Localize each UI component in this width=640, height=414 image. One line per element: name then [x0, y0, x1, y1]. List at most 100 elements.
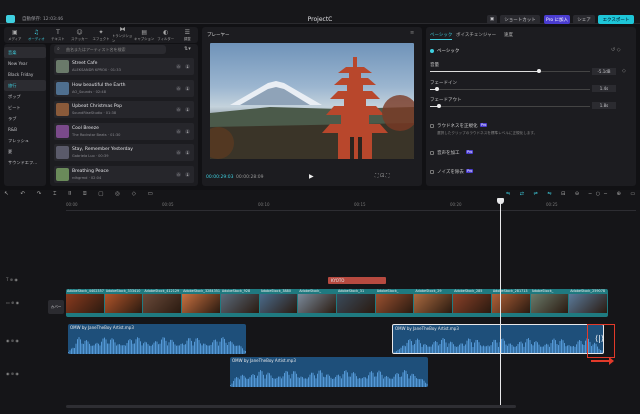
playhead[interactable]	[500, 198, 501, 408]
download-icon[interactable]: ↓	[185, 64, 190, 69]
fullscreen-icon[interactable]: ⛶ ⊡ ⛶	[375, 173, 389, 179]
pro-button[interactable]: Pro に加入	[544, 15, 570, 24]
video-clip[interactable]: AdobeStock_	[530, 289, 569, 317]
favorite-icon[interactable]: ☆	[176, 64, 181, 69]
tool-sticker[interactable]: ☺ ステッカー	[69, 27, 91, 43]
music-item[interactable]: How beautiful the Earth AO_Sounds · 02:4…	[54, 79, 194, 97]
download-icon[interactable]: ↓	[185, 171, 190, 177]
waveform-c	[230, 370, 428, 387]
volume-keyframe-icon[interactable]: ◇	[622, 68, 626, 74]
sort-button[interactable]: ⇅▾	[184, 46, 191, 52]
volume-slider-thumb[interactable]	[537, 69, 541, 73]
reset-icon[interactable]: ↺ ◇	[611, 47, 621, 53]
enhance-checkbox[interactable]	[430, 151, 434, 155]
clip-thumbnail	[182, 294, 220, 313]
video-clip[interactable]: AdobeStock_	[375, 289, 414, 317]
fadeout-slider-thumb[interactable]	[437, 104, 441, 108]
tool-adjust[interactable]: ☰ 調整	[177, 27, 199, 43]
music-item[interactable]: Cool Breeze The Rockstar Beats · 01:30 ☆…	[54, 122, 194, 140]
tool-effect[interactable]: ✦ エフェクト	[90, 27, 112, 43]
music-item[interactable]: Stay, Remember Yesterday Gabriela Luo · …	[54, 144, 194, 161]
clip-name: AdobeStock_3880	[260, 289, 298, 293]
tool-text[interactable]: T テキスト	[47, 27, 69, 43]
noise-checkbox[interactable]	[430, 170, 434, 174]
cover-button[interactable]: カバー	[48, 300, 64, 314]
tool-label: 調整	[183, 36, 191, 41]
section-check-icon[interactable]	[430, 49, 434, 53]
video-clip[interactable]: AdobeStock_3880	[259, 289, 298, 317]
props-tab[interactable]: 速度	[504, 32, 513, 38]
player-menu-icon[interactable]: ≡	[410, 30, 414, 36]
favorite-icon[interactable]: ☆	[176, 150, 181, 155]
video-clip[interactable]: AdobeStock_333410	[104, 289, 143, 317]
category-item[interactable]: フレッシュ	[4, 135, 46, 146]
music-item[interactable]: Street Cafe ALEKSANDR KPROX · 01:33 ☆ ↓	[54, 58, 194, 75]
category-item[interactable]: Black Friday	[4, 69, 46, 80]
tool-transition[interactable]: ⧓ トランジション	[112, 27, 134, 44]
video-clip[interactable]: AdobeStock_281713	[491, 289, 530, 317]
tool-audio[interactable]: ♫ オーディオ	[26, 27, 48, 43]
video-clip[interactable]: AdobeStock_285	[453, 289, 491, 317]
play-button[interactable]: ▶	[309, 173, 314, 180]
fadein-slider[interactable]	[430, 87, 590, 91]
video-clip[interactable]: AdobeStock_3284351	[182, 289, 220, 317]
video-clip[interactable]: AdobeStock_29	[414, 289, 453, 317]
category-item[interactable]: 旅行	[4, 80, 46, 91]
music-item[interactable]: Breathing Peace rdhgrmd · 02:04 ☆ ↓	[54, 165, 194, 183]
video-clip[interactable]: AdobeStock_	[298, 289, 336, 317]
favorite-icon[interactable]: ☆	[176, 128, 181, 134]
fadein-value[interactable]: 1.4s	[592, 85, 616, 92]
fadeout-value[interactable]: 1.8s	[592, 102, 616, 109]
text-clip[interactable]: KYOTO	[328, 277, 386, 284]
video-preview[interactable]	[210, 43, 414, 159]
tool-caption[interactable]: ▤ キャプション	[133, 27, 155, 43]
audio-clip-b[interactable]: OMW by JaneTheBoy Artist.mp3	[392, 324, 604, 354]
download-icon[interactable]: ↓	[185, 128, 190, 134]
trim-handle-icon[interactable]: ⟨|⟩	[595, 334, 604, 343]
video-clip[interactable]: AdobeStock_4402357	[66, 289, 104, 317]
fadeout-slider[interactable]	[430, 104, 590, 108]
download-icon[interactable]: ↓	[185, 107, 190, 112]
noise-pro-badge: Pro	[466, 169, 474, 173]
normalize-checkbox[interactable]	[430, 124, 434, 128]
favorite-icon[interactable]: ☆	[176, 85, 181, 91]
category-item[interactable]: R&B	[4, 124, 46, 135]
volume-value[interactable]: -5.1dB	[592, 68, 616, 75]
category-item[interactable]: 夏	[4, 146, 46, 157]
audio-clip-a[interactable]: OMW by JaneTheBoy Artist.mp3	[68, 324, 246, 354]
video-clip[interactable]: AdobeStock_259078	[569, 289, 607, 317]
export-button[interactable]: エクスポート	[598, 15, 634, 24]
props-tab[interactable]: ボイスチェンジャー	[456, 32, 496, 38]
waveform-b	[394, 338, 603, 353]
playhead-handle[interactable]	[497, 198, 504, 204]
trim-handle-highlight[interactable]: ⟨|⟩	[587, 324, 615, 358]
layout-button[interactable]: ▣	[487, 15, 497, 24]
tool-media[interactable]: ▣ メディア	[4, 27, 26, 43]
download-icon[interactable]: ↓	[185, 150, 190, 155]
music-search-input[interactable]: ⌕ 曲名またはアーティスト名を検索	[54, 45, 166, 54]
video-clip[interactable]: AdobeStock_928	[220, 289, 259, 317]
share-button[interactable]: シェア	[573, 15, 595, 24]
total-timecode: 00:00:28:09	[236, 175, 264, 180]
favorite-icon[interactable]: ☆	[176, 107, 181, 112]
video-clip[interactable]: AdobeStock_412129	[143, 289, 182, 317]
volume-slider[interactable]	[430, 69, 590, 73]
timeline-scrollbar[interactable]	[66, 405, 516, 408]
category-item[interactable]: New Year	[4, 58, 46, 69]
category-item[interactable]: サウンドエフ...	[4, 157, 46, 168]
category-item[interactable]: ラブ	[4, 113, 46, 124]
fadein-slider-thumb[interactable]	[435, 87, 439, 91]
category-item[interactable]: ポップ	[4, 91, 46, 102]
props-tab[interactable]: ベーシック	[430, 32, 452, 38]
download-icon[interactable]: ↓	[185, 85, 190, 91]
clip-name: AdobeStock_31	[338, 289, 375, 293]
audio-clip-c[interactable]: OMW by JaneTheBoy Artist.mp3	[230, 357, 428, 387]
video-clip[interactable]: AdobeStock_31	[337, 289, 375, 317]
tool-filter[interactable]: ◐ フィルター	[155, 27, 177, 43]
favorite-icon[interactable]: ☆	[176, 171, 181, 177]
category-item[interactable]: ビート	[4, 102, 46, 113]
tool-label: オーディオ	[27, 36, 45, 41]
music-item[interactable]: Upbeat Christmas Pop SoundRiseStudio · 0…	[54, 101, 194, 118]
shortcut-button[interactable]: ショートカット	[500, 15, 540, 24]
category-item[interactable]: 音楽	[4, 47, 46, 58]
